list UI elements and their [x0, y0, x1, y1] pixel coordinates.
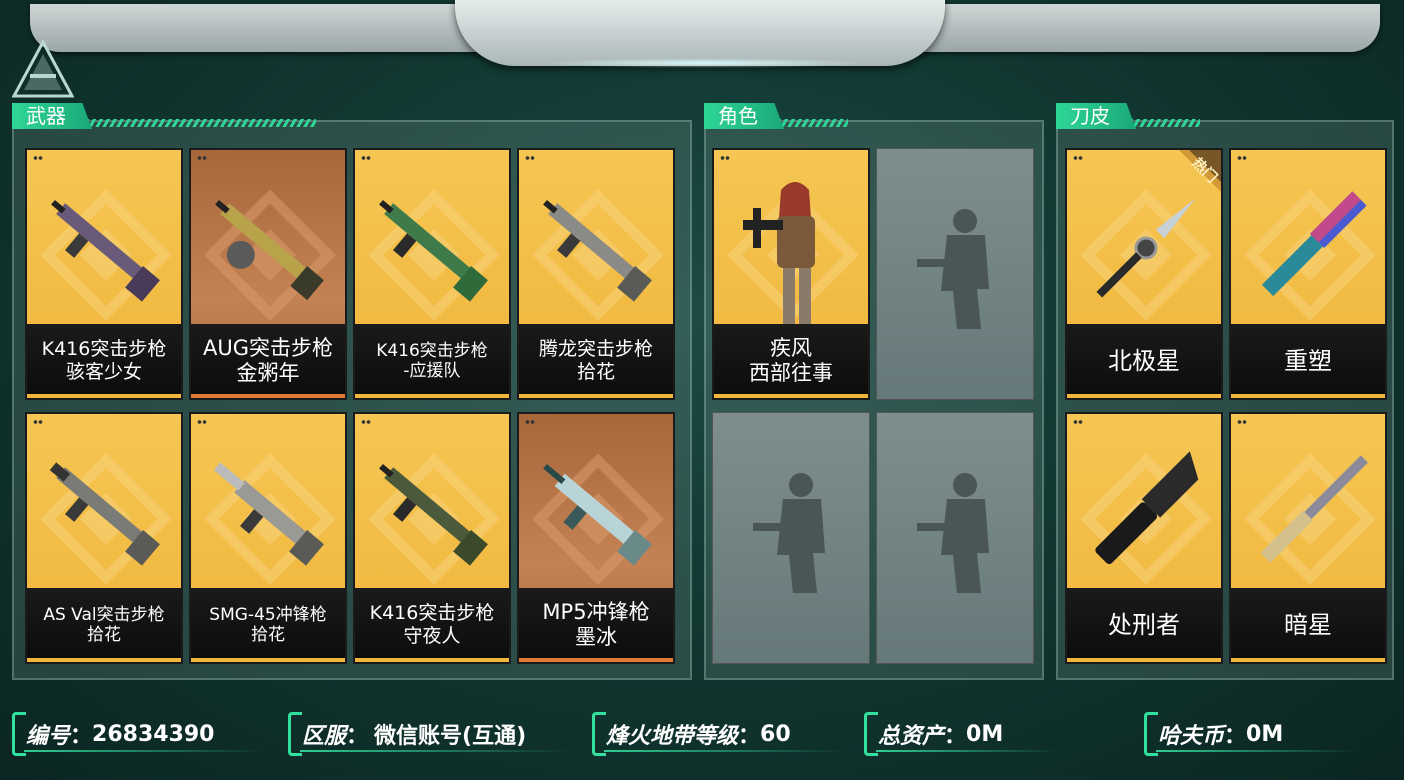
account-id-label: 编号 — [26, 724, 71, 749]
weapon-skin: 骇客少女 — [65, 361, 142, 383]
rifle-icon — [543, 199, 652, 302]
character-skin: 西部往事 — [749, 361, 833, 385]
weapon-card[interactable]: 腾龙突击步枪 拾花 — [517, 148, 675, 400]
weapon-name: K416突击步枪 — [41, 338, 167, 361]
rifle-icon — [49, 462, 160, 566]
knife-name: 重塑 — [1284, 346, 1332, 375]
game-logo-icon — [12, 40, 74, 98]
rifle-icon — [379, 199, 488, 302]
knife-name: 暗星 — [1284, 610, 1332, 639]
weapon-card[interactable]: SMG-45冲锋枪 拾花 — [189, 412, 347, 664]
knife-name: 处刑者 — [1108, 610, 1180, 639]
rifle-icon — [215, 199, 324, 301]
weapon-skin: 守夜人 — [403, 625, 461, 647]
characters-title: 角色 — [704, 103, 784, 129]
weapon-skin: -应援队 — [403, 361, 461, 381]
knife-card[interactable]: 处刑者 — [1065, 412, 1223, 664]
smg-icon — [213, 462, 324, 566]
weapon-card[interactable]: AUG突击步枪 金粥年 — [189, 148, 347, 400]
top-banner — [0, 0, 1404, 68]
empty-character-slot[interactable] — [876, 412, 1034, 664]
operator-portrait-icon — [743, 182, 815, 326]
weapon-name: 腾龙突击步枪 — [538, 338, 653, 361]
weapon-card[interactable]: K416突击步枪 骇客少女 — [25, 148, 183, 400]
knife-card[interactable]: 暗星 — [1229, 412, 1387, 664]
knife-icon — [1261, 191, 1367, 297]
knife-icon — [1095, 451, 1199, 565]
account-id: 编号： 26834390 — [12, 712, 272, 756]
knife-card[interactable]: 重塑 — [1229, 148, 1387, 400]
weapons-header: 武器 — [12, 103, 316, 129]
assets-value: 0M — [966, 721, 1004, 747]
banner-glow — [540, 58, 870, 68]
weapon-name: K416突击步枪 — [376, 340, 488, 361]
level-value: 60 — [760, 721, 791, 747]
soldier-silhouette-icon — [917, 473, 989, 593]
server-label: 区服 — [302, 724, 347, 749]
knife-card[interactable]: 热门 北极星 — [1065, 148, 1223, 400]
weapon-card[interactable]: AS Val突击步枪 拾花 — [25, 412, 183, 664]
soldier-silhouette-icon — [917, 209, 989, 329]
banner-notch — [455, 0, 945, 66]
rifle-icon — [379, 463, 488, 566]
empty-character-slot[interactable] — [712, 412, 870, 664]
weapon-card[interactable]: K416突击步枪 守夜人 — [353, 412, 511, 664]
coins-label: 哈夫币 — [1158, 724, 1225, 749]
server-info: 区服： 微信账号(互通) — [288, 712, 578, 756]
weapon-name: SMG-45冲锋枪 — [209, 604, 327, 625]
weapon-name: AUG突击步枪 — [202, 335, 333, 360]
character-name: 疾风 — [770, 335, 812, 360]
knife-icon — [1260, 455, 1368, 563]
zone-level: 烽火地带等级： 60 — [592, 712, 852, 756]
rifle-icon — [51, 199, 160, 302]
empty-character-slot[interactable] — [876, 148, 1034, 400]
weapon-name: K416突击步枪 — [369, 602, 495, 625]
characters-header: 角色 — [704, 103, 848, 129]
haf-coins: 哈夫币： 0M — [1144, 712, 1364, 756]
soldier-silhouette-icon — [753, 473, 825, 593]
weapon-skin: 拾花 — [251, 625, 285, 645]
knife-name: 北极星 — [1108, 346, 1180, 375]
weapon-card[interactable]: MP5冲锋枪 墨冰 — [517, 412, 675, 664]
weapon-name: MP5冲锋枪 — [542, 599, 650, 624]
weapon-skin: 金粥年 — [236, 361, 300, 385]
weapon-card[interactable]: K416突击步枪 -应援队 — [353, 148, 511, 400]
assets-label: 总资产 — [878, 724, 945, 749]
level-label: 烽火地带等级 — [606, 724, 739, 749]
weapon-skin: 墨冰 — [575, 625, 617, 649]
total-assets: 总资产： 0M — [864, 712, 1064, 756]
weapons-title: 武器 — [12, 103, 92, 129]
knife-skins-header: 刀皮 — [1056, 103, 1200, 129]
weapon-skin: 拾花 — [87, 625, 121, 645]
weapon-name: AS Val突击步枪 — [43, 604, 165, 625]
coins-value: 0M — [1246, 721, 1284, 747]
weapon-skin: 拾花 — [576, 361, 615, 383]
smg-icon — [543, 463, 652, 566]
server-value: 微信账号(互通) — [374, 724, 527, 749]
knife-skins-title: 刀皮 — [1056, 103, 1136, 129]
account-id-value: 26834390 — [92, 721, 215, 747]
character-card[interactable]: 疾风 西部往事 — [712, 148, 870, 400]
